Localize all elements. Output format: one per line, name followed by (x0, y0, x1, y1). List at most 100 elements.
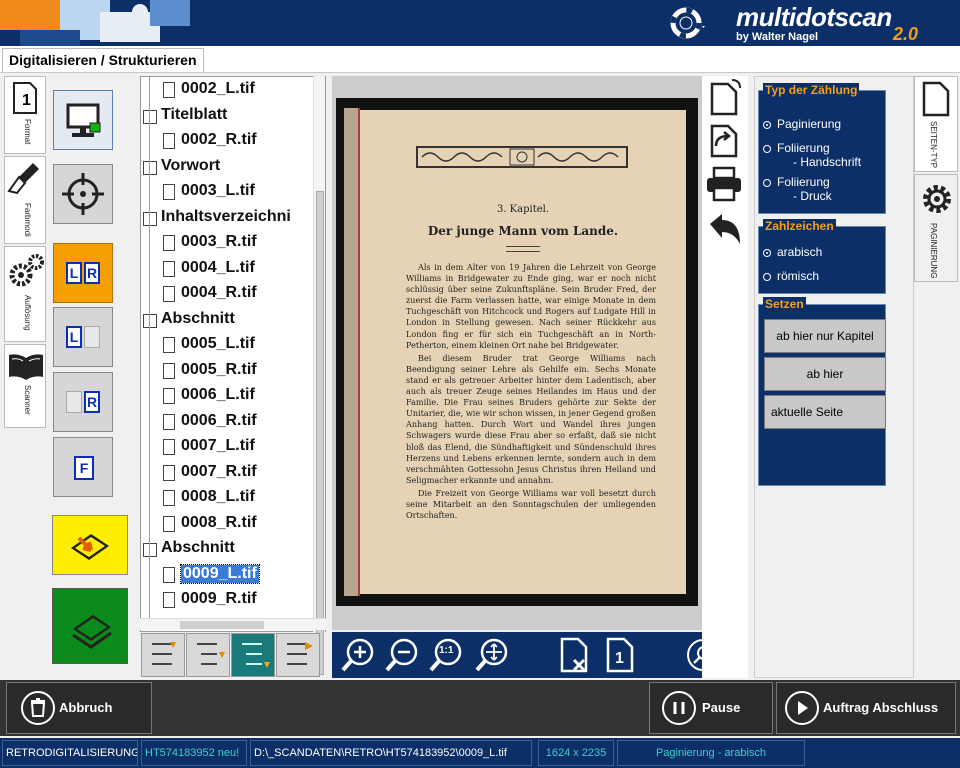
cancel-label: Abbruch (59, 700, 113, 715)
brand-logo: multidotscan by Walter Nagel 2.0 (736, 2, 936, 44)
radio-roemisch[interactable]: römisch (763, 269, 819, 283)
tree-section[interactable]: Inhaltsverzeichni (141, 206, 321, 231)
tree-file-item[interactable]: 0006_R.tif (141, 410, 321, 435)
tree-file-item[interactable]: 0009_R.tif (141, 588, 321, 613)
tree-file-item[interactable]: 0005_L.tif (141, 333, 321, 358)
radio-dot (763, 144, 771, 153)
tree-file-item[interactable]: 0007_L.tif (141, 435, 321, 460)
finish-job-button[interactable]: Auftrag Abschluss (776, 682, 956, 734)
puzzle-banner-graphic (0, 0, 210, 46)
scanner-arrow-icon (71, 534, 109, 560)
set-from-here-chapter-button[interactable]: ab hier nur Kapitel (764, 319, 886, 353)
window-title-tab[interactable]: Digitalisieren / Strukturieren (2, 48, 204, 72)
tree-file-item[interactable]: 0004_L.tif (141, 257, 321, 282)
tab-aufloesung[interactable]: Auflösung (4, 246, 46, 342)
page-delete-icon[interactable] (556, 636, 594, 674)
structure-tree[interactable]: 0002_L.tif Titelblatt 0002_R.tif Vorwort 000… (140, 76, 326, 632)
status-pagination: Paginierung - arabisch (617, 740, 805, 766)
tree-section[interactable]: Abschnitt (141, 537, 321, 562)
undo-icon[interactable] (704, 210, 744, 246)
book-page-edge (344, 108, 360, 596)
rotate-arrow-icon[interactable] (706, 120, 744, 158)
brand-version: 2.0 (892, 24, 918, 44)
tree-file-item[interactable]: 0009_L.tif (141, 563, 321, 588)
file-icon (163, 490, 175, 506)
right-tab-strip: SEITEN-TYP PAGINIERUNG (914, 76, 960, 678)
tree-file-item[interactable]: 0006_L.tif (141, 384, 321, 409)
book-icon (9, 354, 43, 380)
tree-hscrollbar-thumb[interactable] (180, 621, 264, 629)
set-from-here-button[interactable]: ab hier (764, 357, 886, 391)
gear-icon (923, 185, 951, 213)
tree-item-label: 0003_R.tif (181, 233, 257, 250)
tree-file-item[interactable]: 0004_R.tif (141, 282, 321, 307)
tree-file-item[interactable]: 0003_R.tif (141, 231, 321, 256)
tree-item-label: 0002_R.tif (181, 131, 257, 148)
page-paragraph: Die Freizeit von George Williams war vol… (406, 487, 656, 521)
tree-item-label: 0008_R.tif (181, 513, 257, 531)
tab-paginierung[interactable]: PAGINIERUNG (914, 174, 958, 282)
numerals-title: Zahlzeichen (763, 219, 836, 233)
zoom-actual-button[interactable]: 1:1 (428, 636, 466, 674)
radio-foliierung-druck[interactable]: Foliierung - Druck (763, 175, 832, 203)
file-icon (163, 413, 175, 430)
status-job: HT574183952 neu! (141, 740, 247, 766)
heading-rule (506, 246, 540, 252)
radio-paginierung[interactable]: Paginierung (763, 117, 841, 131)
radio-arabisch[interactable]: arabisch (763, 245, 822, 259)
tree-file-item[interactable]: 0002_R.tif (141, 129, 321, 154)
tree-file-item[interactable]: 0007_R.tif (141, 461, 321, 486)
cancel-button[interactable]: Abbruch (6, 682, 152, 734)
trash-icon (21, 691, 55, 725)
pause-button[interactable]: Pause (649, 682, 773, 734)
view-mode-button-4[interactable] (276, 633, 320, 677)
tab-scanner-label: Scanner (23, 385, 32, 415)
printer-icon[interactable] (704, 166, 744, 202)
tree-section[interactable]: Titelblatt (141, 104, 321, 129)
tab-farbmodi[interactable]: Farbmodi (4, 156, 46, 244)
crosshair-tool-button[interactable] (53, 164, 113, 224)
view-mode-button-2[interactable] (186, 633, 230, 677)
view-mode-button-3[interactable] (231, 633, 275, 677)
page-one-button[interactable]: 1 (604, 636, 638, 674)
tree-item-label: 0004_L.tif (181, 258, 255, 276)
numerals-group: Zahlzeichen arabisch römisch (758, 219, 886, 294)
radio-dot (763, 120, 771, 129)
tree-guide-line (149, 77, 150, 622)
split-l-button[interactable]: L (53, 307, 113, 367)
tree-hscrollbar[interactable] (140, 618, 326, 630)
radio-foliierung-handschrift[interactable]: Foliierung - Handschrift (763, 141, 861, 169)
tab-scanner[interactable]: Scanner (4, 344, 46, 428)
split-lr-button[interactable]: L R (53, 243, 113, 303)
split-f-button[interactable]: F (53, 437, 113, 497)
zoom-fit-icon[interactable] (474, 636, 512, 674)
monitor-tool-button[interactable] (53, 90, 113, 150)
set-title: Setzen (763, 297, 806, 311)
tree-item-label: 0006_R.tif (181, 411, 257, 429)
tree-section[interactable]: Abschnitt (141, 308, 321, 333)
radio-sublabel: - Handschrift (793, 155, 862, 169)
tree-file-item[interactable]: 0005_R.tif (141, 359, 321, 384)
set-current-page-button[interactable]: aktuelle Seite (764, 395, 886, 429)
zoom-out-icon[interactable] (384, 636, 422, 674)
tree-file-item[interactable]: 0008_L.tif (141, 486, 321, 511)
tree-section[interactable]: Vorwort (141, 155, 321, 180)
tab-format[interactable]: 1 Format (4, 76, 46, 154)
tree-file-item[interactable]: 0002_L.tif (141, 78, 321, 103)
lifebuoy-icon[interactable] (670, 6, 706, 40)
scan-preview-button[interactable] (52, 515, 128, 575)
tree-item-label: 0002_L.tif (181, 80, 255, 97)
scanned-page: 3. Kapitel. Der junge Mann vom Lande. Al… (360, 110, 686, 594)
tree-scrollbar-thumb[interactable] (316, 191, 324, 675)
tab-seiten-typ[interactable]: SEITEN-TYP (914, 76, 958, 172)
page-rotate-icon[interactable] (706, 78, 744, 116)
tab-farbmodi-label: Farbmodi (23, 203, 32, 237)
crosshair-icon (62, 173, 104, 215)
view-mode-button-1[interactable] (141, 633, 185, 677)
split-r-button[interactable]: R (53, 372, 113, 432)
zoom-in-icon[interactable] (340, 636, 378, 674)
tree-scrollbar[interactable] (313, 76, 325, 675)
tree-file-item[interactable]: 0008_R.tif (141, 512, 321, 537)
tree-file-item[interactable]: 0003_L.tif (141, 180, 321, 205)
scan-button[interactable] (52, 588, 128, 664)
